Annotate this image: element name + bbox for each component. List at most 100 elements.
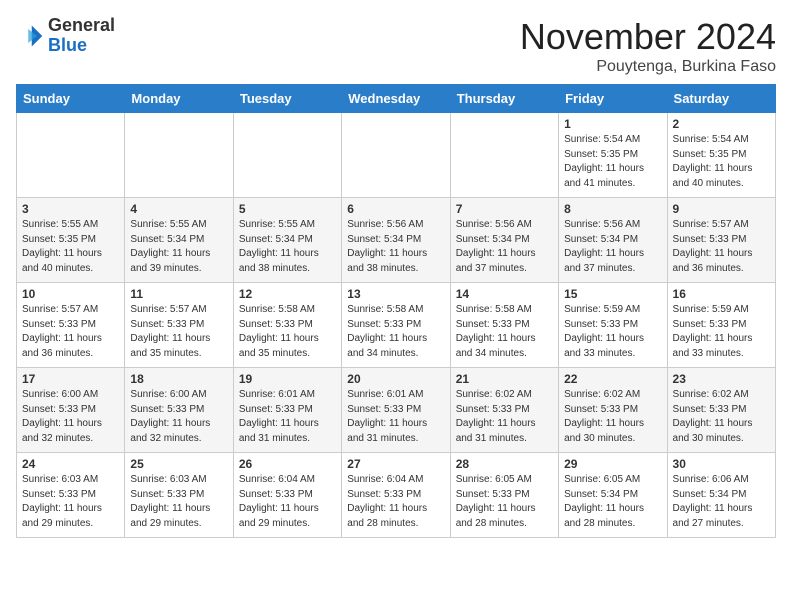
day-cell: 26 Sunrise: 6:04 AMSunset: 5:33 PMDayligh… bbox=[233, 453, 341, 538]
day-info: Sunrise: 5:55 AMSunset: 5:35 PMDaylight:… bbox=[22, 218, 119, 276]
day-cell bbox=[17, 113, 125, 198]
month-title: November 2024 bbox=[520, 16, 776, 58]
day-number: 25 bbox=[130, 457, 227, 471]
day-cell: 30 Sunrise: 6:06 AMSunset: 5:34 PMDayligh… bbox=[667, 453, 775, 538]
weekday-header-saturday: Saturday bbox=[667, 85, 775, 113]
week-row-1: 1 Sunrise: 5:54 AMSunset: 5:35 PMDaylight… bbox=[17, 113, 776, 198]
day-number: 10 bbox=[22, 287, 119, 301]
location: Pouytenga, Burkina Faso bbox=[520, 58, 776, 76]
day-cell bbox=[233, 113, 341, 198]
day-cell: 17Sunrise: 6:00 AMSunset: 5:33 PMDayligh… bbox=[17, 368, 125, 453]
day-number: 20 bbox=[347, 372, 444, 386]
day-info: Sunrise: 5:57 AMSunset: 5:33 PMDaylight:… bbox=[673, 218, 770, 276]
weekday-header-wednesday: Wednesday bbox=[342, 85, 450, 113]
day-number: 27 bbox=[347, 457, 444, 471]
day-cell: 12Sunrise: 5:58 AMSunset: 5:33 PMDayligh… bbox=[233, 283, 341, 368]
weekday-header-tuesday: Tuesday bbox=[233, 85, 341, 113]
week-row-4: 17Sunrise: 6:00 AMSunset: 5:33 PMDayligh… bbox=[17, 368, 776, 453]
day-number: 19 bbox=[239, 372, 336, 386]
day-number: 1 bbox=[564, 117, 661, 131]
day-cell: 19 Sunrise: 6:01 AMSunset: 5:33 PMDayligh… bbox=[233, 368, 341, 453]
day-info: Sunrise: 5:55 AMSunset: 5:34 PMDaylight:… bbox=[239, 218, 336, 276]
day-number: 16 bbox=[673, 287, 770, 301]
day-cell: 25 Sunrise: 6:03 AMSunset: 5:33 PMDayligh… bbox=[125, 453, 233, 538]
day-info: Sunrise: 6:01 AMSunset: 5:33 PMDaylight:… bbox=[347, 388, 444, 446]
day-cell: 2 Sunrise: 5:54 AMSunset: 5:35 PMDaylight… bbox=[667, 113, 775, 198]
day-cell: 27 Sunrise: 6:04 AMSunset: 5:33 PMDayligh… bbox=[342, 453, 450, 538]
day-cell bbox=[450, 113, 558, 198]
day-info: Sunrise: 6:01 AMSunset: 5:33 PMDaylight:… bbox=[239, 388, 336, 446]
day-info: Sunrise: 6:03 AMSunset: 5:33 PMDaylight:… bbox=[130, 473, 227, 531]
day-number: 21 bbox=[456, 372, 553, 386]
day-info: Sunrise: 5:58 AMSunset: 5:33 PMDaylight:… bbox=[456, 303, 553, 361]
day-info: Sunrise: 5:59 AMSunset: 5:33 PMDaylight:… bbox=[564, 303, 661, 361]
day-info: Sunrise: 6:04 AMSunset: 5:33 PMDaylight:… bbox=[347, 473, 444, 531]
day-info: Sunrise: 6:02 AMSunset: 5:33 PMDaylight:… bbox=[456, 388, 553, 446]
day-cell: 14Sunrise: 5:58 AMSunset: 5:33 PMDayligh… bbox=[450, 283, 558, 368]
day-info: Sunrise: 6:05 AMSunset: 5:33 PMDaylight:… bbox=[456, 473, 553, 531]
day-number: 5 bbox=[239, 202, 336, 216]
day-number: 7 bbox=[456, 202, 553, 216]
day-number: 28 bbox=[456, 457, 553, 471]
day-info: Sunrise: 6:04 AMSunset: 5:33 PMDaylight:… bbox=[239, 473, 336, 531]
day-info: Sunrise: 6:05 AMSunset: 5:34 PMDaylight:… bbox=[564, 473, 661, 531]
day-cell: 7Sunrise: 5:56 AMSunset: 5:34 PMDaylight… bbox=[450, 198, 558, 283]
weekday-header-row: SundayMondayTuesdayWednesdayThursdayFrid… bbox=[17, 85, 776, 113]
page-header: General Blue November 2024 Pouytenga, Bu… bbox=[16, 16, 776, 76]
day-number: 4 bbox=[130, 202, 227, 216]
day-cell: 3 Sunrise: 5:55 AMSunset: 5:35 PMDaylight… bbox=[17, 198, 125, 283]
day-number: 9 bbox=[673, 202, 770, 216]
day-number: 8 bbox=[564, 202, 661, 216]
day-cell: 20 Sunrise: 6:01 AMSunset: 5:33 PMDayligh… bbox=[342, 368, 450, 453]
day-cell: 4 Sunrise: 5:55 AMSunset: 5:34 PMDaylight… bbox=[125, 198, 233, 283]
day-cell: 6Sunrise: 5:56 AMSunset: 5:34 PMDaylight… bbox=[342, 198, 450, 283]
logo-blue: Blue bbox=[48, 35, 87, 55]
day-info: Sunrise: 6:06 AMSunset: 5:34 PMDaylight:… bbox=[673, 473, 770, 531]
day-number: 2 bbox=[673, 117, 770, 131]
day-cell: 13 Sunrise: 5:58 AMSunset: 5:33 PMDayligh… bbox=[342, 283, 450, 368]
day-cell: 22Sunrise: 6:02 AMSunset: 5:33 PMDayligh… bbox=[559, 368, 667, 453]
day-number: 26 bbox=[239, 457, 336, 471]
weekday-header-monday: Monday bbox=[125, 85, 233, 113]
day-info: Sunrise: 5:58 AMSunset: 5:33 PMDaylight:… bbox=[347, 303, 444, 361]
day-info: Sunrise: 5:57 AMSunset: 5:33 PMDaylight:… bbox=[130, 303, 227, 361]
day-cell bbox=[342, 113, 450, 198]
title-block: November 2024 Pouytenga, Burkina Faso bbox=[520, 16, 776, 76]
day-cell: 1 Sunrise: 5:54 AMSunset: 5:35 PMDaylight… bbox=[559, 113, 667, 198]
week-row-5: 24 Sunrise: 6:03 AMSunset: 5:33 PMDayligh… bbox=[17, 453, 776, 538]
weekday-header-friday: Friday bbox=[559, 85, 667, 113]
day-number: 23 bbox=[673, 372, 770, 386]
day-info: Sunrise: 6:00 AMSunset: 5:33 PMDaylight:… bbox=[130, 388, 227, 446]
day-number: 13 bbox=[347, 287, 444, 301]
calendar-table: SundayMondayTuesdayWednesdayThursdayFrid… bbox=[16, 84, 776, 538]
logo-general: General bbox=[48, 15, 115, 35]
day-number: 15 bbox=[564, 287, 661, 301]
day-cell: 29Sunrise: 6:05 AMSunset: 5:34 PMDayligh… bbox=[559, 453, 667, 538]
day-number: 24 bbox=[22, 457, 119, 471]
day-cell: 9 Sunrise: 5:57 AMSunset: 5:33 PMDaylight… bbox=[667, 198, 775, 283]
day-number: 3 bbox=[22, 202, 119, 216]
weekday-header-thursday: Thursday bbox=[450, 85, 558, 113]
day-number: 22 bbox=[564, 372, 661, 386]
day-cell: 18 Sunrise: 6:00 AMSunset: 5:33 PMDayligh… bbox=[125, 368, 233, 453]
day-cell: 24Sunrise: 6:03 AMSunset: 5:33 PMDayligh… bbox=[17, 453, 125, 538]
day-info: Sunrise: 5:55 AMSunset: 5:34 PMDaylight:… bbox=[130, 218, 227, 276]
day-number: 30 bbox=[673, 457, 770, 471]
day-info: Sunrise: 5:57 AMSunset: 5:33 PMDaylight:… bbox=[22, 303, 119, 361]
day-cell: 8Sunrise: 5:56 AMSunset: 5:34 PMDaylight… bbox=[559, 198, 667, 283]
day-info: Sunrise: 5:54 AMSunset: 5:35 PMDaylight:… bbox=[564, 133, 661, 191]
day-number: 18 bbox=[130, 372, 227, 386]
day-number: 6 bbox=[347, 202, 444, 216]
day-cell: 28 Sunrise: 6:05 AMSunset: 5:33 PMDayligh… bbox=[450, 453, 558, 538]
day-info: Sunrise: 5:59 AMSunset: 5:33 PMDaylight:… bbox=[673, 303, 770, 361]
day-info: Sunrise: 5:58 AMSunset: 5:33 PMDaylight:… bbox=[239, 303, 336, 361]
week-row-2: 3 Sunrise: 5:55 AMSunset: 5:35 PMDaylight… bbox=[17, 198, 776, 283]
day-cell: 15 Sunrise: 5:59 AMSunset: 5:33 PMDayligh… bbox=[559, 283, 667, 368]
day-cell: 23Sunrise: 6:02 AMSunset: 5:33 PMDayligh… bbox=[667, 368, 775, 453]
day-info: Sunrise: 5:54 AMSunset: 5:35 PMDaylight:… bbox=[673, 133, 770, 191]
weekday-header-sunday: Sunday bbox=[17, 85, 125, 113]
logo: General Blue bbox=[16, 16, 115, 56]
week-row-3: 10 Sunrise: 5:57 AMSunset: 5:33 PMDayligh… bbox=[17, 283, 776, 368]
day-info: Sunrise: 6:00 AMSunset: 5:33 PMDaylight:… bbox=[22, 388, 119, 446]
day-cell: 16 Sunrise: 5:59 AMSunset: 5:33 PMDayligh… bbox=[667, 283, 775, 368]
